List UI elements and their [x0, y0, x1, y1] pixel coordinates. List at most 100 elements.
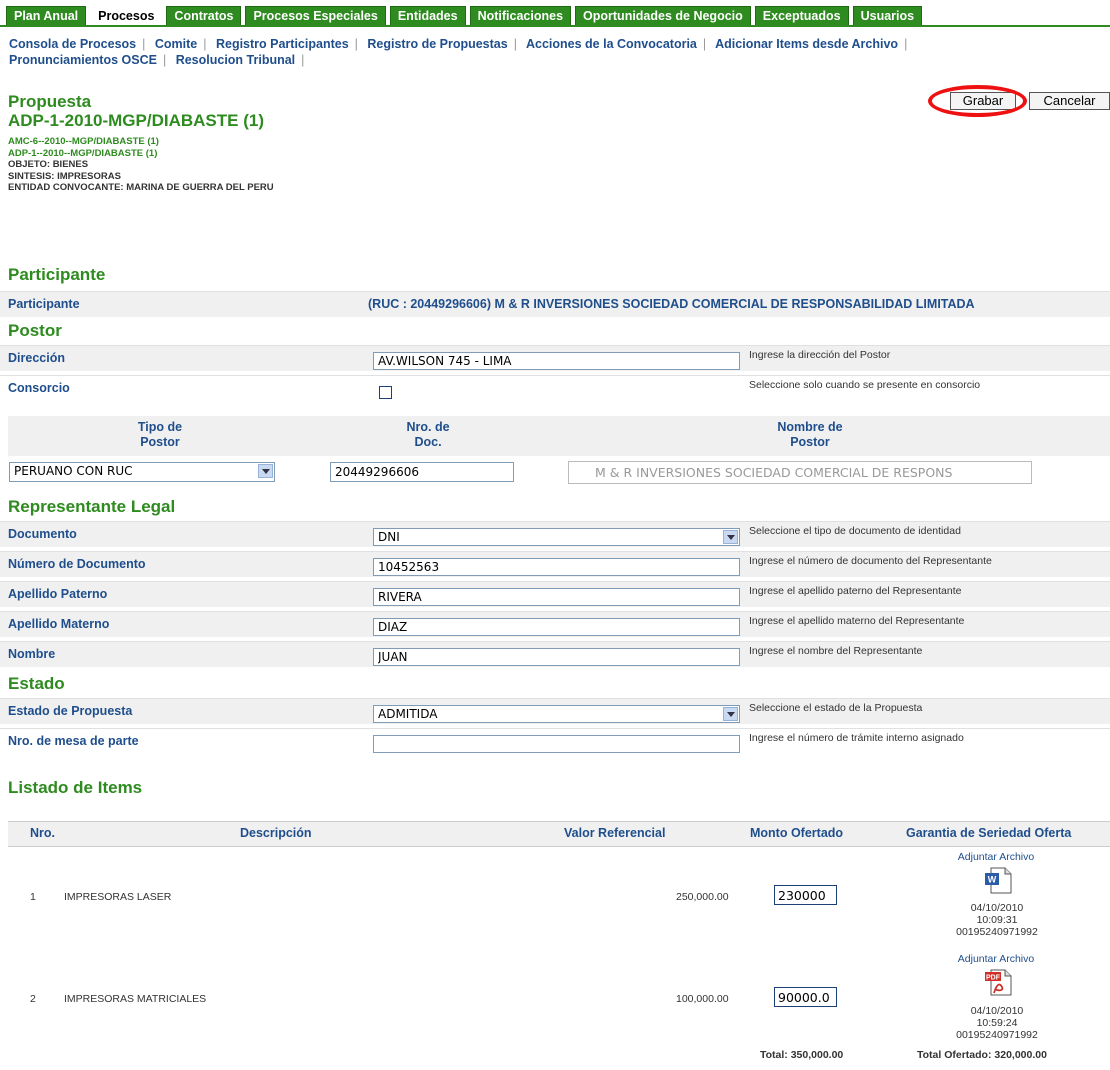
- nav-registro-participantes[interactable]: Registro Participantes: [216, 37, 349, 51]
- nro-doc-input[interactable]: [330, 462, 514, 482]
- consorcio-checkbox[interactable]: [379, 386, 392, 399]
- top-tabs: Plan Anual Procesos Contratos Procesos E…: [6, 6, 926, 26]
- chevron-down-icon: [258, 464, 273, 478]
- tabbar-divider: [0, 25, 1110, 27]
- apellido-materno-label: Apellido Materno: [8, 617, 110, 631]
- detail-entidad: ENTIDAD CONVOCANTE: MARINA DE GUERRA DEL…: [8, 182, 274, 193]
- nav-consola-procesos[interactable]: Consola de Procesos: [9, 37, 136, 51]
- tab-contratos[interactable]: Contratos: [166, 6, 242, 26]
- estado-propuesta-select[interactable]: ADMITIDA: [373, 705, 740, 723]
- tab-exceptuados[interactable]: Exceptuados: [754, 6, 849, 26]
- nombre-postor-field: M & R INVERSIONES SOCIEDAD COMERCIAL DE …: [568, 461, 1032, 484]
- chevron-down-icon: [723, 530, 738, 544]
- nav-adicionar-items[interactable]: Adicionar Items desde Archivo: [715, 37, 898, 51]
- item-descripcion: IMPRESORAS LASER: [64, 891, 172, 903]
- apellido-materno-input[interactable]: [373, 618, 740, 636]
- row-apellido-paterno: Apellido Paterno Ingrese el apellido pat…: [0, 581, 1110, 607]
- item-hora: 10:59:24: [976, 1017, 1018, 1029]
- th-monto-ofertado: Monto Ofertado: [750, 826, 844, 840]
- item-nro: 1: [30, 891, 36, 903]
- documento-hint: Seleccione el tipo de documento de ident…: [749, 525, 961, 537]
- item-hora: 10:09:31: [976, 914, 1018, 926]
- section-postor-heading: Postor: [8, 321, 62, 340]
- apellido-paterno-hint: Ingrese el apellido paterno del Represen…: [749, 585, 962, 597]
- process-code: ADP-1-2010-MGP/DIABASTE (1): [8, 111, 264, 130]
- cancelar-button[interactable]: Cancelar: [1029, 92, 1110, 110]
- item-fecha: 04/10/2010: [970, 902, 1024, 914]
- participante-label: Participante: [8, 297, 80, 311]
- row-direccion: Dirección Ingrese la dirección del Posto…: [0, 345, 1110, 371]
- nav-resolucion-tribunal[interactable]: Resolucion Tribunal: [176, 53, 295, 67]
- adjuntar-archivo-link[interactable]: Adjuntar Archivo: [931, 851, 1061, 863]
- tab-procesos-especiales[interactable]: Procesos Especiales: [245, 6, 386, 26]
- documento-select[interactable]: DNI: [373, 528, 740, 546]
- tab-notificaciones[interactable]: Notificaciones: [469, 6, 572, 26]
- row-numero-documento: Número de Documento Ingrese el número de…: [0, 551, 1110, 577]
- tab-oportunidades[interactable]: Oportunidades de Negocio: [575, 6, 751, 26]
- tab-usuarios[interactable]: Usuarios: [852, 6, 923, 26]
- section-estado-heading: Estado: [8, 674, 65, 693]
- total-ofertado: Total Ofertado: 320,000.00: [917, 1049, 1047, 1061]
- tipo-postor-select[interactable]: PERUANO CON RUC: [9, 462, 275, 482]
- col-nombre-line1: Nombre de: [777, 420, 843, 434]
- detail-objeto: OBJETO: BIENES: [8, 159, 89, 170]
- row-mesa-parte: Nro. de mesa de parte Ingrese el número …: [0, 728, 1110, 754]
- detail-line-amc: AMC-6--2010--MGP/DIABASTE (1): [8, 136, 159, 147]
- monto-ofertado-input[interactable]: 90000.0: [774, 987, 837, 1007]
- estado-propuesta-hint: Seleccione el estado de la Propuesta: [749, 702, 923, 714]
- direccion-input[interactable]: [373, 352, 740, 370]
- col-doc-line1: Nro. de: [406, 420, 450, 434]
- col-tipo-line2: Postor: [140, 435, 180, 449]
- col-nombre-line2: Postor: [790, 435, 830, 449]
- nav-registro-propuestas[interactable]: Registro de Propuestas: [367, 37, 507, 51]
- documento-value: DNI: [378, 530, 400, 544]
- consorcio-label: Consorcio: [8, 381, 70, 395]
- pdf-doc-icon[interactable]: PDF: [983, 967, 1013, 997]
- chevron-down-icon: [723, 707, 738, 721]
- item-nro: 2: [30, 993, 36, 1005]
- apellido-paterno-input[interactable]: [373, 588, 740, 606]
- row-documento: Documento DNI Seleccione el tipo de docu…: [0, 521, 1110, 547]
- apellido-materno-hint: Ingrese el apellido materno del Represen…: [749, 615, 965, 627]
- mesa-parte-input[interactable]: [373, 735, 740, 753]
- item-descripcion: IMPRESORAS MATRICIALES: [64, 993, 207, 1005]
- direccion-hint: Ingrese la dirección del Postor: [749, 349, 891, 361]
- item-valor: 250,000.00: [676, 891, 729, 903]
- col-tipo-postor: Tipo de Postor: [100, 420, 220, 450]
- item-valor: 100,000.00: [676, 993, 729, 1005]
- item-fecha: 04/10/2010: [970, 1005, 1024, 1017]
- items-list-heading: Listado de Items: [8, 778, 143, 797]
- item-codigo: 00195240971992: [956, 926, 1038, 938]
- tipo-postor-value: PERUANO CON RUC: [14, 464, 133, 478]
- tab-entidades[interactable]: Entidades: [389, 6, 466, 26]
- numero-documento-label: Número de Documento: [8, 557, 146, 571]
- numero-documento-input[interactable]: [373, 558, 740, 576]
- page-title: Propuesta: [8, 92, 92, 111]
- mesa-parte-hint: Ingrese el número de trámite interno asi…: [749, 732, 964, 744]
- tab-plan-anual[interactable]: Plan Anual: [6, 6, 87, 26]
- th-nro: Nro.: [30, 826, 55, 840]
- adjuntar-archivo-link[interactable]: Adjuntar Archivo: [931, 953, 1061, 965]
- col-doc-line2: Doc.: [414, 435, 442, 449]
- th-garantia: Garantia de Seriedad Oferta: [906, 826, 1072, 840]
- row-participante: Participante (RUC : 20449296606) M & R I…: [0, 291, 1110, 317]
- nav-comite[interactable]: Comite: [155, 37, 197, 51]
- nombre-input[interactable]: [373, 648, 740, 666]
- nav-acciones-convocatoria[interactable]: Acciones de la Convocatoria: [526, 37, 697, 51]
- word-doc-icon[interactable]: W: [983, 865, 1013, 895]
- highlight-annotation-ring: [928, 85, 1027, 117]
- th-valor-referencial: Valor Referencial: [564, 826, 666, 840]
- svg-text:W: W: [988, 875, 997, 885]
- consorcio-hint: Seleccione solo cuando se presente en co…: [749, 379, 981, 391]
- items-table-header: Nro. Descripción Valor Referencial Monto…: [8, 821, 1110, 847]
- nav-pronunciamientos[interactable]: Pronunciamientos OSCE: [9, 53, 157, 67]
- monto-ofertado-input[interactable]: 230000: [774, 885, 837, 905]
- svg-text:PDF: PDF: [986, 975, 1001, 982]
- direccion-label: Dirección: [8, 351, 65, 365]
- section-representante-heading: Representante Legal: [8, 497, 176, 516]
- sub-navigation: Consola de Procesos | Comite | Registro Pa…: [9, 37, 908, 67]
- col-nro-doc: Nro. de Doc.: [368, 420, 488, 450]
- tab-procesos[interactable]: Procesos: [90, 6, 163, 26]
- postor-columns-header: Tipo de Postor Nro. de Doc. Nombre de Po…: [8, 416, 1110, 456]
- section-participante-heading: Participante: [8, 265, 106, 284]
